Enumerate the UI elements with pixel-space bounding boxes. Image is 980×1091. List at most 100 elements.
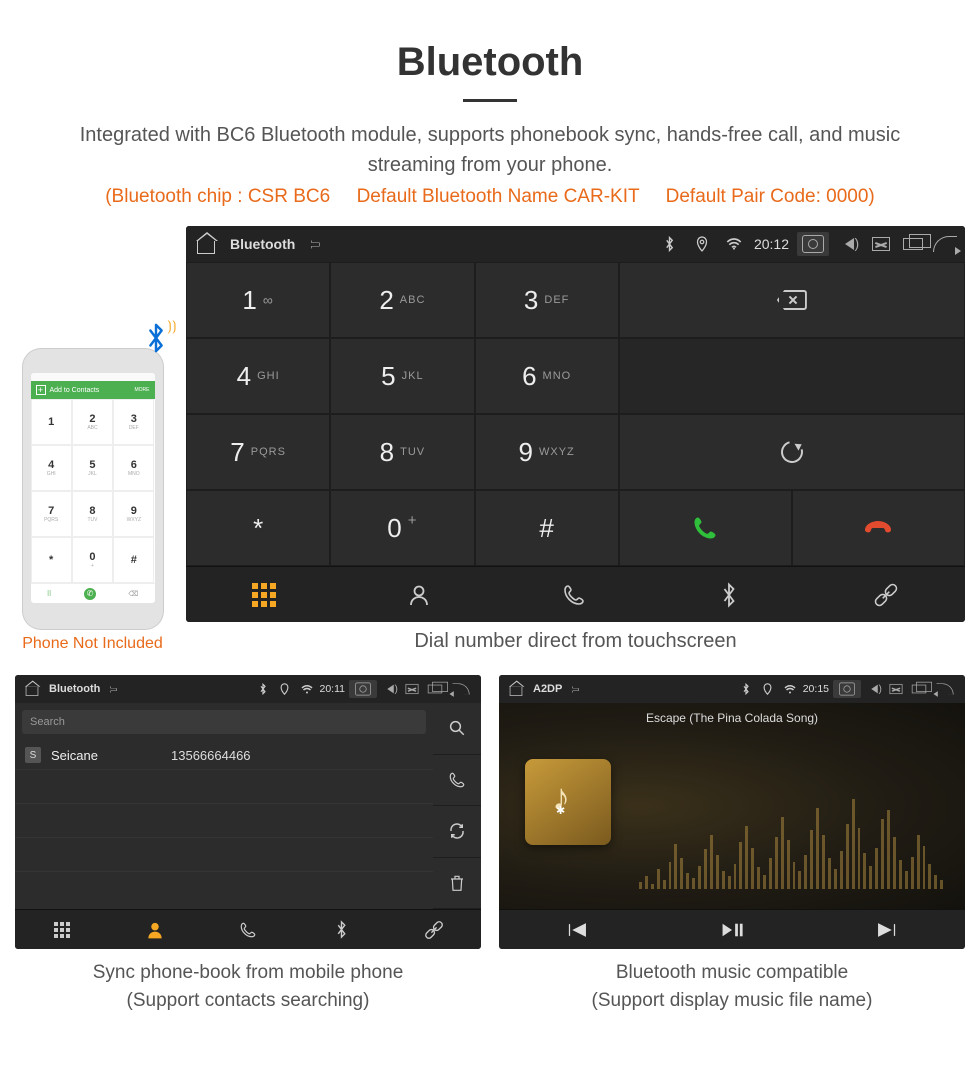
clock: 20:12 <box>754 236 789 252</box>
side-search-icon[interactable] <box>433 703 481 755</box>
contact-row[interactable]: S Seicane 13566664466 <box>15 741 433 770</box>
key-redial[interactable] <box>619 414 965 490</box>
key-9[interactable]: 9WXYZ <box>475 414 619 490</box>
status-bar: Bluetooth ⎍ 20:12 <box>186 226 965 262</box>
tab-dialpad-icon[interactable] <box>50 918 74 942</box>
phone-add-label: Add to Contacts <box>50 387 100 394</box>
volume-icon[interactable] <box>381 680 399 698</box>
hangup-button[interactable] <box>792 490 965 566</box>
key-hash[interactable]: # <box>475 490 619 566</box>
signal-waves-icon: ⟯⟯ <box>167 317 176 334</box>
key-4[interactable]: 4GHI <box>186 338 330 414</box>
search-input[interactable]: Search <box>22 710 426 734</box>
camera-icon[interactable] <box>349 680 377 698</box>
key-star[interactable]: * <box>186 490 330 566</box>
camera-icon[interactable] <box>833 680 861 698</box>
tab-pair-icon[interactable] <box>417 913 451 947</box>
bluetooth-specs: (Bluetooth chip : CSR BC6 Default Blueto… <box>15 186 965 208</box>
wifi-icon <box>781 680 799 698</box>
close-window-icon[interactable] <box>869 232 893 256</box>
side-call-icon[interactable] <box>433 755 481 807</box>
tab-calllog-icon[interactable] <box>562 583 586 607</box>
clock: 20:15 <box>803 683 829 695</box>
recent-apps-icon[interactable] <box>425 680 445 698</box>
bluetooth-icon: ⟯⟯ <box>143 323 169 353</box>
key-6[interactable]: 6MNO <box>475 338 619 414</box>
phone-hangup-icon <box>863 518 893 538</box>
phone-add-contact-bar: + Add to Contacts MORE <box>31 381 155 399</box>
usb-icon: ⎍ <box>104 680 122 698</box>
back-icon[interactable] <box>933 232 957 256</box>
bluetooth-status-icon <box>658 232 682 256</box>
phone-call-icon <box>691 514 719 542</box>
play-pause-icon[interactable] <box>720 918 744 942</box>
page-subtitle: Integrated with BC6 Bluetooth module, su… <box>50 120 930 180</box>
close-window-icon[interactable] <box>887 680 905 698</box>
contact-row-empty <box>15 770 433 804</box>
camera-icon[interactable] <box>797 232 829 256</box>
phone-call-icon: ✆ <box>84 588 96 600</box>
tab-dialpad-icon[interactable] <box>252 583 276 607</box>
home-icon[interactable] <box>507 680 525 698</box>
phone-mockup: ⟯⟯ + Add to Contacts MORE 1 2ABC 3DEF 4G… <box>23 349 163 629</box>
wifi-icon <box>298 680 316 698</box>
status-bar: Bluetooth ⎍ 20:11 <box>15 675 481 703</box>
location-icon <box>690 232 714 256</box>
tab-calllog-icon[interactable] <box>236 918 260 942</box>
album-art <box>525 759 611 845</box>
tab-bluetooth-icon[interactable] <box>717 583 741 607</box>
key-3[interactable]: 3DEF <box>475 262 619 338</box>
side-sync-icon[interactable] <box>433 806 481 858</box>
now-playing-title: Escape (The Pina Colada Song) <box>646 711 818 725</box>
music-caption: Bluetooth music compatible(Support displ… <box>499 959 965 1014</box>
contact-row-empty <box>15 804 433 838</box>
key-5[interactable]: 5JKL <box>330 338 474 414</box>
prev-track-icon[interactable] <box>565 918 589 942</box>
title-divider <box>463 99 517 102</box>
phone-note: Phone Not Included <box>15 635 170 653</box>
back-icon[interactable] <box>449 680 473 698</box>
contacts-caption: Sync phone-book from mobile phone(Suppor… <box>15 959 481 1014</box>
tab-contacts-icon[interactable] <box>407 583 431 607</box>
tab-contacts-icon[interactable] <box>143 918 167 942</box>
headunit-music: A2DP ⎍ 20:15 Escape (The Pina Colada Son… <box>499 675 965 949</box>
key-2[interactable]: 2ABC <box>330 262 474 338</box>
usb-icon: ⎍ <box>303 232 327 256</box>
key-1[interactable]: 1∞ <box>186 262 330 338</box>
contact-initial-badge: S <box>25 747 41 763</box>
app-title: A2DP <box>533 683 562 695</box>
call-button[interactable] <box>619 490 792 566</box>
usb-icon: ⎍ <box>566 680 584 698</box>
dialer-caption: Dial number direct from touchscreen <box>186 630 965 653</box>
headunit-dialer: Bluetooth ⎍ 20:12 1∞ <box>186 226 965 622</box>
tab-pair-icon[interactable] <box>867 576 904 613</box>
contact-row-empty <box>15 838 433 872</box>
bluetooth-status-icon <box>254 680 272 698</box>
key-8[interactable]: 8TUV <box>330 414 474 490</box>
clock: 20:11 <box>320 683 346 695</box>
side-delete-icon[interactable] <box>433 858 481 910</box>
next-track-icon[interactable] <box>875 918 899 942</box>
phone-back-icon: ⌫ <box>128 590 138 598</box>
close-window-icon[interactable] <box>403 680 421 698</box>
bluetooth-status-icon <box>737 680 755 698</box>
recent-apps-icon[interactable] <box>909 680 929 698</box>
key-blank <box>619 338 965 414</box>
volume-icon[interactable] <box>865 680 883 698</box>
key-7[interactable]: 7PQRS <box>186 414 330 490</box>
home-icon[interactable] <box>23 680 41 698</box>
key-backspace[interactable] <box>619 262 965 338</box>
app-title: Bluetooth <box>230 236 295 252</box>
contact-name: Seicane <box>51 748 161 763</box>
app-title: Bluetooth <box>49 683 100 695</box>
page-title: Bluetooth <box>15 40 965 85</box>
music-note-icon <box>548 782 588 822</box>
tab-bluetooth-icon[interactable] <box>329 918 353 942</box>
volume-icon[interactable] <box>837 232 861 256</box>
back-icon[interactable] <box>933 680 957 698</box>
recent-apps-icon[interactable] <box>901 232 925 256</box>
location-icon <box>276 680 294 698</box>
contact-number: 13566664466 <box>171 748 251 763</box>
home-icon[interactable] <box>194 232 218 256</box>
key-0[interactable]: 0+ <box>330 490 474 566</box>
